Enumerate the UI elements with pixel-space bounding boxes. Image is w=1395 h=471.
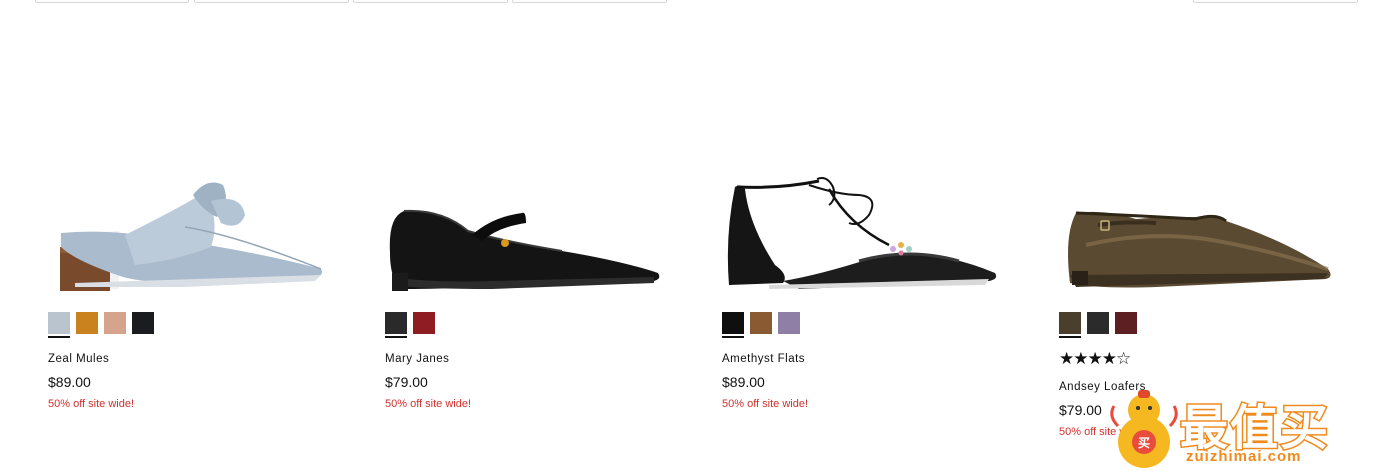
filter-bar — [0, 0, 1395, 4]
product-name[interactable]: Mary Janes — [385, 353, 449, 365]
product-price: $89.00 — [722, 374, 765, 390]
product-price: $79.00 — [385, 374, 428, 390]
color-swatch[interactable] — [385, 312, 407, 338]
color-swatch[interactable] — [413, 312, 435, 334]
color-swatch[interactable] — [1059, 312, 1081, 338]
filter-dropdown-4[interactable] — [512, 0, 667, 3]
color-swatch[interactable] — [48, 312, 70, 338]
watermark-logo: 买 最值买 zuizhimai.com — [1104, 382, 1395, 471]
svg-text:买: 买 — [1138, 436, 1150, 450]
color-swatches — [722, 312, 800, 338]
color-swatch[interactable] — [104, 312, 126, 334]
color-swatch[interactable] — [76, 312, 98, 334]
gourd-mascot-icon: 买 — [1110, 390, 1178, 468]
product-image-flat[interactable] — [709, 165, 1009, 305]
color-swatches — [385, 312, 435, 338]
filter-dropdown-1[interactable] — [35, 0, 189, 3]
color-swatches — [1059, 312, 1137, 338]
color-swatch[interactable] — [1087, 312, 1109, 334]
rating-stars: ★★★★☆ — [1059, 349, 1131, 368]
filter-dropdown-2[interactable] — [194, 0, 349, 3]
product-image-mule[interactable] — [35, 165, 335, 305]
product-price: $89.00 — [48, 374, 91, 390]
color-swatch[interactable] — [778, 312, 800, 334]
color-swatch[interactable] — [1115, 312, 1137, 334]
product-image-loafer[interactable] — [1046, 165, 1346, 305]
product-name[interactable]: Zeal Mules — [48, 353, 109, 365]
color-swatch[interactable] — [132, 312, 154, 334]
promo-text: 50% off site wide! — [722, 398, 809, 410]
promo-text: 50% off site wide! — [385, 398, 472, 410]
color-swatches — [48, 312, 154, 338]
promo-text: 50% off site wide! — [48, 398, 135, 410]
watermark-url-text: zuizhimai.com — [1186, 448, 1302, 465]
product-price: $79.00 — [1059, 402, 1102, 418]
filter-dropdown-3[interactable] — [353, 0, 508, 3]
color-swatch[interactable] — [750, 312, 772, 334]
product-name[interactable]: Amethyst Flats — [722, 353, 805, 365]
color-swatch[interactable] — [722, 312, 744, 338]
product-image-mary-jane[interactable] — [372, 165, 672, 305]
sort-dropdown[interactable] — [1193, 0, 1358, 3]
